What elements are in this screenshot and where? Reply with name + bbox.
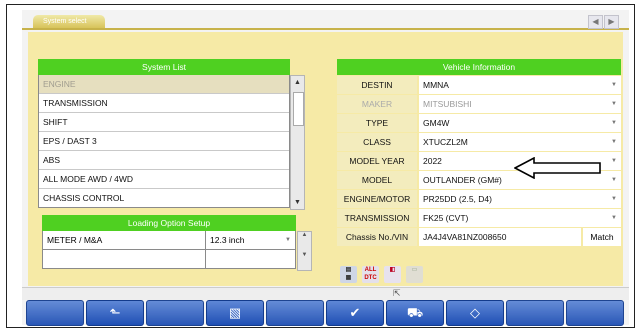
match-button[interactable]: Match [583, 228, 621, 246]
nav-next-button[interactable]: ▶ [604, 15, 619, 29]
vehicle-field-type[interactable]: TYPE GM4W ▼ [337, 114, 621, 132]
field-label: CLASS [337, 133, 417, 151]
system-list-item[interactable]: SHIFT [39, 113, 289, 132]
toolbar-blank-button[interactable] [146, 300, 204, 326]
dropdown-arrow-icon: ▼ [611, 101, 617, 107]
vehicle-field-chassis: Chassis No./VIN JA4J4VA81NZ008650 Match [337, 228, 621, 246]
back-home-icon[interactable]: ⬑ [86, 300, 144, 326]
field-value: 2022 [423, 156, 442, 166]
field-label: TYPE [337, 114, 417, 132]
field-value: OUTLANDER (GM#) [423, 175, 502, 185]
confirm-check-icon[interactable]: ✔ [326, 300, 384, 326]
tab-strip [22, 28, 629, 30]
field-value-select[interactable]: FK25 (CVT) ▼ [419, 209, 621, 227]
system-list-item[interactable]: ABS [39, 151, 289, 170]
option-value-select[interactable]: 12.3 inch ▼ [206, 231, 295, 249]
field-value-select[interactable]: MMNA ▼ [419, 76, 621, 94]
erase-dtc-icon[interactable]: ◧ [384, 266, 401, 283]
loading-option-scrollbar[interactable]: ▲ ▼ [297, 231, 312, 271]
app-screen: System select ◀ ▶ System List ENGINE TRA… [22, 10, 629, 326]
field-label: MODEL [337, 171, 417, 189]
ecu-scan-icon[interactable]: ▤ ▦ [340, 266, 357, 283]
dropdown-arrow-icon[interactable]: ▼ [611, 190, 617, 208]
bottom-toolbar: ⬑ ▧ ✔ ⛟ ◇ [22, 300, 633, 326]
main-panel: System List ENGINE TRANSMISSION SHIFT EP… [28, 32, 623, 286]
field-value: XTUCZL2M [423, 137, 468, 147]
field-value-select: MITSUBISHI ▼ [419, 95, 621, 113]
field-value: MITSUBISHI [423, 99, 472, 109]
scroll-down-icon[interactable]: ▼ [298, 252, 311, 258]
dropdown-arrow-icon[interactable]: ▼ [611, 114, 617, 132]
scroll-down-icon[interactable]: ▼ [291, 196, 304, 209]
mouse-cursor-icon: ⇱ [393, 288, 401, 298]
loading-option-row[interactable]: METER / M&A 12.3 inch ▼ [42, 231, 296, 250]
nav-arrows: ◀ ▶ [588, 15, 619, 29]
scroll-up-icon[interactable]: ▲ [298, 232, 311, 238]
vehicle-info-header: Vehicle Information [337, 59, 621, 75]
field-label: MAKER [337, 95, 417, 113]
dropdown-arrow-icon[interactable]: ▼ [611, 171, 617, 189]
system-list-item[interactable]: ENGINE [39, 75, 289, 94]
status-bar: ⇱ [22, 287, 629, 300]
dropdown-arrow-icon[interactable]: ▼ [611, 209, 617, 227]
option-value: 12.3 inch [210, 235, 245, 245]
toolbar-blank-button[interactable] [566, 300, 624, 326]
option-label-empty [43, 250, 206, 268]
nav-prev-button[interactable]: ◀ [588, 15, 603, 29]
toolbar-blank-button[interactable] [266, 300, 324, 326]
system-list: System List ENGINE TRANSMISSION SHIFT EP… [38, 59, 305, 210]
system-list-scrollbar[interactable]: ▲ ▼ [290, 75, 305, 210]
vehicle-field-transmission[interactable]: TRANSMISSION FK25 (CVT) ▼ [337, 209, 621, 227]
toolbar-blank-button[interactable] [26, 300, 84, 326]
disabled-tool-icon: ▭ [406, 266, 423, 283]
field-value-select[interactable]: XTUCZL2M ▼ [419, 133, 621, 151]
eraser-icon[interactable]: ◇ [446, 300, 504, 326]
dropdown-arrow-icon[interactable]: ▼ [611, 152, 617, 170]
toolbar-blank-button[interactable] [506, 300, 564, 326]
field-value: FK25 (CVT) [423, 213, 469, 223]
field-label: MODEL YEAR [337, 152, 417, 170]
system-list-item[interactable]: EPS / DAST 3 [39, 132, 289, 151]
field-value-select[interactable]: PR25DD (2.5, D4) ▼ [419, 190, 621, 208]
dropdown-arrow-icon[interactable]: ▼ [611, 133, 617, 151]
loading-option-header: Loading Option Setup [42, 215, 296, 231]
field-value: MMNA [423, 80, 449, 90]
scroll-thumb[interactable] [293, 92, 304, 126]
print-icon[interactable]: ▧ [206, 300, 264, 326]
chassis-label: Chassis No./VIN [337, 228, 417, 246]
field-label: TRANSMISSION [337, 209, 417, 227]
dropdown-arrow-icon[interactable]: ▼ [611, 76, 617, 94]
system-list-item[interactable]: ALL MODE AWD / 4WD [39, 170, 289, 189]
vehicle-icon[interactable]: ⛟ [386, 300, 444, 326]
field-label: ENGINE/MOTOR [337, 190, 417, 208]
vehicle-field-destin[interactable]: DESTIN MMNA ▼ [337, 76, 621, 94]
annotation-arrow-icon [514, 157, 601, 179]
scroll-up-icon[interactable]: ▲ [291, 76, 304, 89]
field-value: GM4W [423, 118, 450, 128]
vehicle-field-class[interactable]: CLASS XTUCZL2M ▼ [337, 133, 621, 151]
tab-system-select[interactable]: System select [33, 15, 105, 28]
field-value-select[interactable]: GM4W ▼ [419, 114, 621, 132]
system-list-header: System List [38, 59, 290, 75]
field-label: DESTIN [337, 76, 417, 94]
option-label: METER / M&A [43, 231, 206, 249]
system-list-body: ENGINE TRANSMISSION SHIFT EPS / DAST 3 A… [38, 75, 290, 208]
loading-option-row-empty [42, 250, 296, 269]
system-list-item[interactable]: TRANSMISSION [39, 94, 289, 113]
vehicle-information: Vehicle Information DESTIN MMNA ▼ MAKER M… [337, 59, 621, 247]
system-list-item[interactable]: CHASSIS CONTROL [39, 189, 289, 207]
chassis-value[interactable]: JA4J4VA81NZ008650 [419, 228, 581, 246]
dropdown-arrow-icon[interactable]: ▼ [285, 231, 291, 249]
tool-icons: ▤ ▦ ALL DTC ◧ ▭ [340, 266, 423, 283]
loading-option-setup: Loading Option Setup METER / M&A 12.3 in… [42, 215, 312, 271]
vehicle-field-maker: MAKER MITSUBISHI ▼ [337, 95, 621, 113]
vehicle-field-engine-motor[interactable]: ENGINE/MOTOR PR25DD (2.5, D4) ▼ [337, 190, 621, 208]
field-value: PR25DD (2.5, D4) [423, 194, 492, 204]
all-dtc-icon[interactable]: ALL DTC [362, 266, 379, 283]
option-value-empty [206, 250, 295, 268]
